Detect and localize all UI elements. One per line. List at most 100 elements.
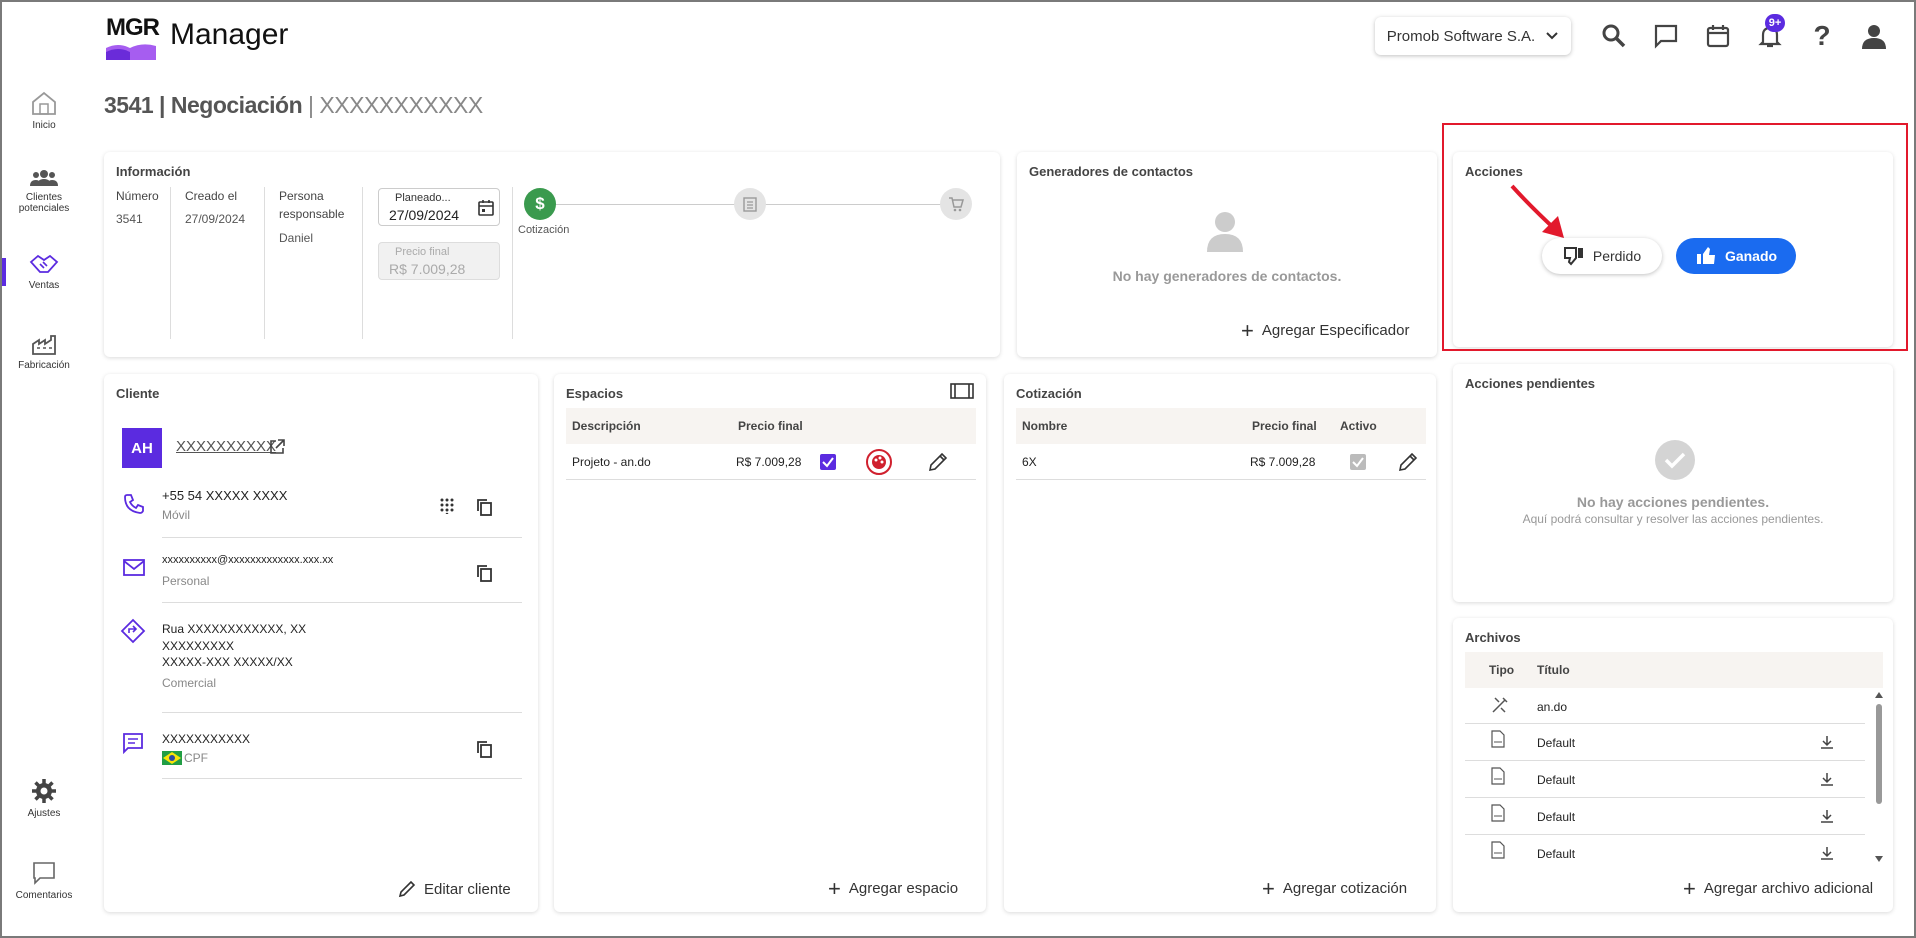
app-name: Manager (170, 18, 289, 51)
sidebar-item-ajustes[interactable]: Ajustes (2, 778, 86, 819)
table-row[interactable]: Projeto - an.do R$ 7.009,28 (566, 444, 976, 480)
table-row[interactable]: Default (1465, 761, 1865, 798)
dollar-icon[interactable]: $ (524, 188, 556, 220)
copy-icon[interactable] (476, 564, 492, 582)
download-icon[interactable] (1819, 808, 1835, 824)
company-name: Promob Software S.A. (1386, 27, 1536, 45)
dialpad-icon[interactable] (440, 498, 454, 514)
col-descripcion: Descripción (572, 419, 641, 433)
sidebar-item-ventas[interactable]: Ventas (2, 252, 86, 291)
planeado-label: Planeado... (395, 192, 451, 204)
cotizacion-table-header: Nombre Precio final Activo (1016, 408, 1426, 444)
editar-cliente-button[interactable]: Editar cliente (398, 880, 511, 898)
precio-value: R$ 7.009,28 (389, 261, 466, 277)
pdf-file-icon (1491, 804, 1505, 822)
page-section: Negociación (170, 92, 303, 118)
pencil-icon[interactable] (1398, 452, 1418, 472)
sidebar-item-inicio[interactable]: Inicio (2, 90, 86, 131)
agregar-archivo-button[interactable]: + Agregar archivo adicional (1683, 875, 1874, 901)
palette-icon[interactable] (866, 449, 892, 475)
numero-label: Número (116, 189, 159, 203)
design-tool-icon (1492, 697, 1508, 713)
agregar-espacio-button[interactable]: + Agregar espacio (828, 875, 958, 901)
col-precio-final: Precio final (1252, 419, 1317, 433)
cliente-address-3: XXXXX-XXX XXXXX/XX (162, 655, 293, 669)
user-icon[interactable] (1860, 22, 1888, 50)
perdido-button[interactable]: Perdido (1542, 238, 1662, 274)
logo-text: MGR (106, 14, 160, 41)
cotizacion-card: Cotización Nombre Precio final Activo 6X… (1004, 374, 1436, 912)
table-row[interactable]: 6X R$ 7.009,28 (1016, 444, 1426, 480)
avatar: AH (122, 428, 162, 468)
external-link-icon[interactable] (268, 438, 286, 456)
calendar-icon[interactable] (477, 199, 495, 217)
file-title: an.do (1537, 700, 1568, 714)
scrollbar[interactable] (1875, 692, 1883, 864)
logo: MGR (104, 12, 160, 62)
cliente-address-type: Comercial (162, 676, 217, 690)
copy-icon[interactable] (476, 498, 492, 516)
chat-icon[interactable] (1652, 22, 1680, 50)
pendientes-hint: Aquí podrá consultar y resolver las acci… (1522, 512, 1824, 526)
page-deal-name: XXXXXXXXXXX (319, 92, 483, 118)
archivos-table-header: Tipo Título (1465, 652, 1883, 688)
cliente-address-2: XXXXXXXXX (162, 639, 235, 653)
file-title: Default (1537, 810, 1576, 824)
calendar-icon[interactable] (1704, 22, 1732, 50)
step-label-cotizacion: Cotización (518, 224, 570, 236)
plus-icon: + (828, 875, 841, 901)
table-row[interactable]: an.do (1465, 688, 1865, 724)
panel-view-icon[interactable] (950, 382, 974, 400)
persona-value: Daniel (279, 231, 314, 245)
cliente-address-1: Rua XXXXXXXXXXXX, XX (162, 622, 307, 636)
scroll-up-arrow-icon[interactable] (1875, 692, 1883, 698)
download-icon[interactable] (1819, 845, 1835, 861)
divider (512, 187, 513, 339)
pendientes-empty-text: No hay acciones pendientes. (1576, 494, 1770, 510)
mail-icon (123, 559, 145, 576)
plus-icon: + (1683, 875, 1696, 901)
espacios-card: Espacios Descripción Precio final Projet… (554, 374, 986, 912)
page-number: 3541 (104, 92, 154, 118)
copy-icon[interactable] (476, 740, 492, 758)
pencil-icon[interactable] (928, 452, 948, 472)
sidebar-item-fabricacion[interactable]: Fabricación (2, 332, 86, 371)
sidebar-item-clientes[interactable]: Clientes potenciales (2, 168, 86, 214)
agregar-archivo-label: Agregar archivo adicional (1703, 880, 1874, 897)
home-icon (32, 91, 56, 115)
gear-icon (32, 779, 56, 803)
scroll-down-arrow-icon[interactable] (1875, 856, 1883, 862)
table-row[interactable]: Default (1465, 835, 1865, 865)
document-icon (123, 733, 143, 754)
cotizacion-title: Cotización (1016, 386, 1082, 401)
perdido-label: Perdido (1592, 248, 1642, 264)
scroll-thumb[interactable] (1876, 704, 1882, 804)
cliente-name-link[interactable]: XXXXXXXXXX (176, 438, 276, 455)
download-icon[interactable] (1819, 771, 1835, 787)
search-icon[interactable] (1600, 22, 1628, 50)
sidebar-item-comentarios[interactable]: Comentarios (2, 860, 86, 901)
download-icon[interactable] (1819, 734, 1835, 750)
divider (162, 712, 522, 713)
info-title: Información (116, 164, 191, 179)
help-icon[interactable]: ? (1808, 20, 1836, 51)
agregar-cotizacion-button[interactable]: + Agregar cotización (1262, 877, 1407, 899)
generadores-title: Generadores de contactos (1029, 164, 1193, 179)
row-precio: R$ 7.009,28 (736, 455, 802, 469)
ganado-button[interactable]: Ganado (1676, 238, 1796, 274)
row-precio: R$ 7.009,28 (1250, 455, 1316, 469)
numero-value: 3541 (116, 212, 143, 226)
company-select[interactable]: Promob Software S.A. (1375, 17, 1571, 55)
cliente-doc: XXXXXXXXXXX (162, 732, 251, 746)
table-row[interactable]: Default (1465, 798, 1865, 835)
checkbox-checked-icon[interactable] (820, 454, 836, 470)
clipboard-icon[interactable] (734, 188, 766, 220)
espacios-title: Espacios (566, 386, 624, 401)
directions-icon (120, 618, 146, 644)
divider (170, 187, 171, 339)
table-row[interactable]: Default (1465, 724, 1865, 761)
planeado-date-field[interactable]: Planeado... 27/09/2024 (378, 188, 500, 226)
agregar-especificador-button[interactable]: + Agregar Especificador (1241, 319, 1409, 341)
archivos-title: Archivos (1465, 630, 1521, 645)
cart-icon[interactable] (940, 188, 972, 220)
